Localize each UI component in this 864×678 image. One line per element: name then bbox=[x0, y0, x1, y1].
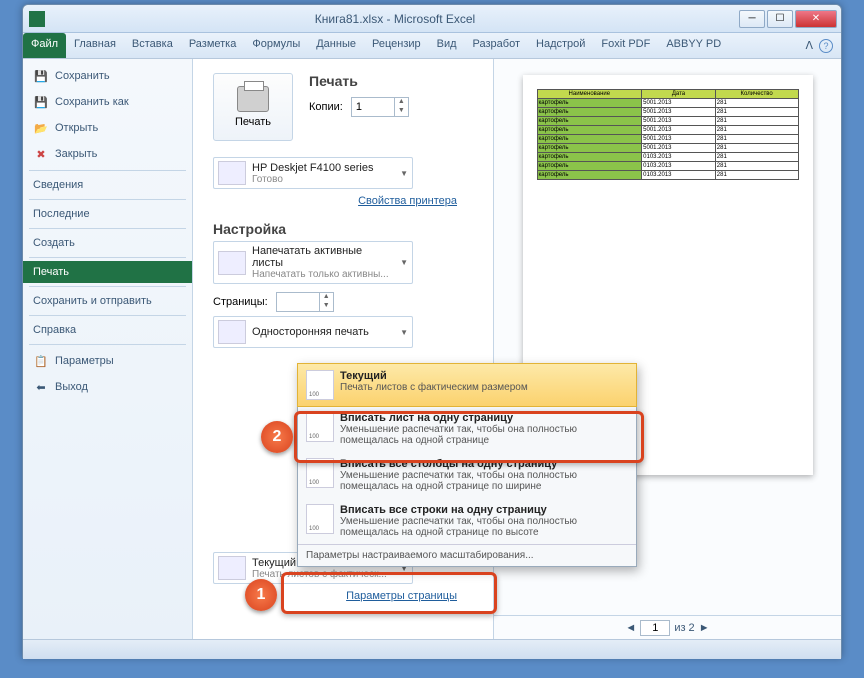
scaling-icon bbox=[218, 556, 246, 580]
settings-heading: Настройка bbox=[213, 221, 483, 237]
copies-label: Копии: bbox=[309, 101, 343, 113]
sidebar-exit[interactable]: ⬅Выход bbox=[23, 374, 192, 400]
scale-current-icon bbox=[306, 370, 334, 400]
excel-icon bbox=[29, 11, 45, 27]
window-title: Книга81.xlsx - Microsoft Excel bbox=[51, 12, 739, 26]
print-what-dropdown[interactable]: Напечатать активные листыНапечатать толь… bbox=[213, 241, 413, 284]
minimize-button[interactable]: ─ bbox=[739, 10, 765, 28]
copies-input[interactable] bbox=[352, 99, 394, 115]
open-icon: 📂 bbox=[33, 120, 49, 136]
saveas-icon: 💾 bbox=[33, 94, 49, 110]
backstage-sidebar: 💾Сохранить 💾Сохранить как 📂Открыть ✖Закр… bbox=[23, 59, 193, 639]
sidebar-send[interactable]: Сохранить и отправить bbox=[23, 290, 192, 312]
scaling-dropdown-menu: ТекущийПечать листов с фактическим разме… bbox=[297, 363, 637, 567]
sides-dropdown[interactable]: Односторонняя печать ▼ bbox=[213, 316, 413, 348]
tab-formulas[interactable]: Формулы bbox=[244, 33, 308, 58]
callout-1: 1 bbox=[245, 579, 277, 611]
sidebar-recent[interactable]: Последние bbox=[23, 203, 192, 225]
sidebar-open[interactable]: 📂Открыть bbox=[23, 115, 192, 141]
printer-properties-link[interactable]: Свойства принтера bbox=[213, 195, 457, 207]
close-button[interactable]: ✕ bbox=[795, 10, 837, 28]
pages-label: Страницы: bbox=[213, 296, 268, 308]
sidebar-help[interactable]: Справка bbox=[23, 319, 192, 341]
scaling-option-custom[interactable]: Параметры настраиваемого масштабирования… bbox=[298, 544, 636, 566]
sidebar-info[interactable]: Сведения bbox=[23, 174, 192, 196]
printer-small-icon bbox=[218, 161, 246, 185]
tab-insert[interactable]: Вставка bbox=[124, 33, 181, 58]
pages-from-input[interactable] bbox=[277, 294, 319, 310]
tab-data[interactable]: Данные bbox=[308, 33, 364, 58]
help-icon[interactable]: ? bbox=[819, 39, 833, 53]
copies-spinner[interactable]: ▲▼ bbox=[351, 97, 409, 117]
app-window: Книга81.xlsx - Microsoft Excel ─ ☐ ✕ Фай… bbox=[22, 4, 842, 658]
tab-foxit[interactable]: Foxit PDF bbox=[593, 33, 658, 58]
maximize-button[interactable]: ☐ bbox=[767, 10, 793, 28]
tab-review[interactable]: Рецензир bbox=[364, 33, 429, 58]
sidebar-save[interactable]: 💾Сохранить bbox=[23, 63, 192, 89]
onesided-icon bbox=[218, 320, 246, 344]
scaling-option-fit-sheet[interactable]: Вписать лист на одну страницуУменьшение … bbox=[298, 406, 636, 452]
prev-page-button[interactable]: ◄ bbox=[625, 622, 636, 634]
tab-home[interactable]: Главная bbox=[66, 33, 124, 58]
tab-abbyy[interactable]: ABBYY PD bbox=[658, 33, 729, 58]
sidebar-close[interactable]: ✖Закрыть bbox=[23, 141, 192, 167]
ribbon-minimize-icon[interactable]: ᐱ bbox=[805, 39, 813, 52]
tab-layout[interactable]: Разметка bbox=[181, 33, 245, 58]
scaling-option-fit-rows[interactable]: Вписать все строки на одну страницуУмень… bbox=[298, 498, 636, 544]
statusbar bbox=[23, 639, 841, 659]
options-icon: 📋 bbox=[33, 353, 49, 369]
page-navigator: ◄ из 2 ► bbox=[494, 615, 841, 639]
page-number-input[interactable] bbox=[640, 620, 670, 636]
tab-developer[interactable]: Разработ bbox=[465, 33, 528, 58]
preview-table: НаименованиеДатаКоличество картофель5001… bbox=[537, 89, 799, 180]
titlebar: Книга81.xlsx - Microsoft Excel ─ ☐ ✕ bbox=[23, 5, 841, 33]
print-button[interactable]: Печать bbox=[213, 73, 293, 141]
sidebar-new[interactable]: Создать bbox=[23, 232, 192, 254]
printer-icon bbox=[237, 86, 269, 112]
scale-fit-rows-icon bbox=[306, 504, 334, 534]
next-page-button[interactable]: ► bbox=[699, 622, 710, 634]
print-heading: Печать bbox=[309, 73, 409, 89]
sidebar-options[interactable]: 📋Параметры bbox=[23, 348, 192, 374]
printer-dropdown[interactable]: HP Deskjet F4100 seriesГотово ▼ bbox=[213, 157, 413, 189]
tab-view[interactable]: Вид bbox=[429, 33, 465, 58]
page-count-label: из 2 bbox=[674, 622, 694, 634]
scaling-option-current[interactable]: ТекущийПечать листов с фактическим разме… bbox=[297, 363, 637, 407]
scale-fit-sheet-icon bbox=[306, 412, 334, 442]
sheets-icon bbox=[218, 251, 246, 275]
close-icon: ✖ bbox=[33, 146, 49, 162]
exit-icon: ⬅ bbox=[33, 379, 49, 395]
tab-addins[interactable]: Надстрой bbox=[528, 33, 593, 58]
callout-2: 2 bbox=[261, 421, 293, 453]
scaling-option-fit-columns[interactable]: Вписать все столбцы на одну страницуУмен… bbox=[298, 452, 636, 498]
sidebar-saveas[interactable]: 💾Сохранить как bbox=[23, 89, 192, 115]
scale-fit-cols-icon bbox=[306, 458, 334, 488]
sidebar-print[interactable]: Печать bbox=[23, 261, 192, 283]
save-icon: 💾 bbox=[33, 68, 49, 84]
pages-from-spinner[interactable]: ▲▼ bbox=[276, 292, 334, 312]
tab-file[interactable]: Файл bbox=[23, 33, 66, 58]
ribbon-tabs: Файл Главная Вставка Разметка Формулы Да… bbox=[23, 33, 841, 59]
